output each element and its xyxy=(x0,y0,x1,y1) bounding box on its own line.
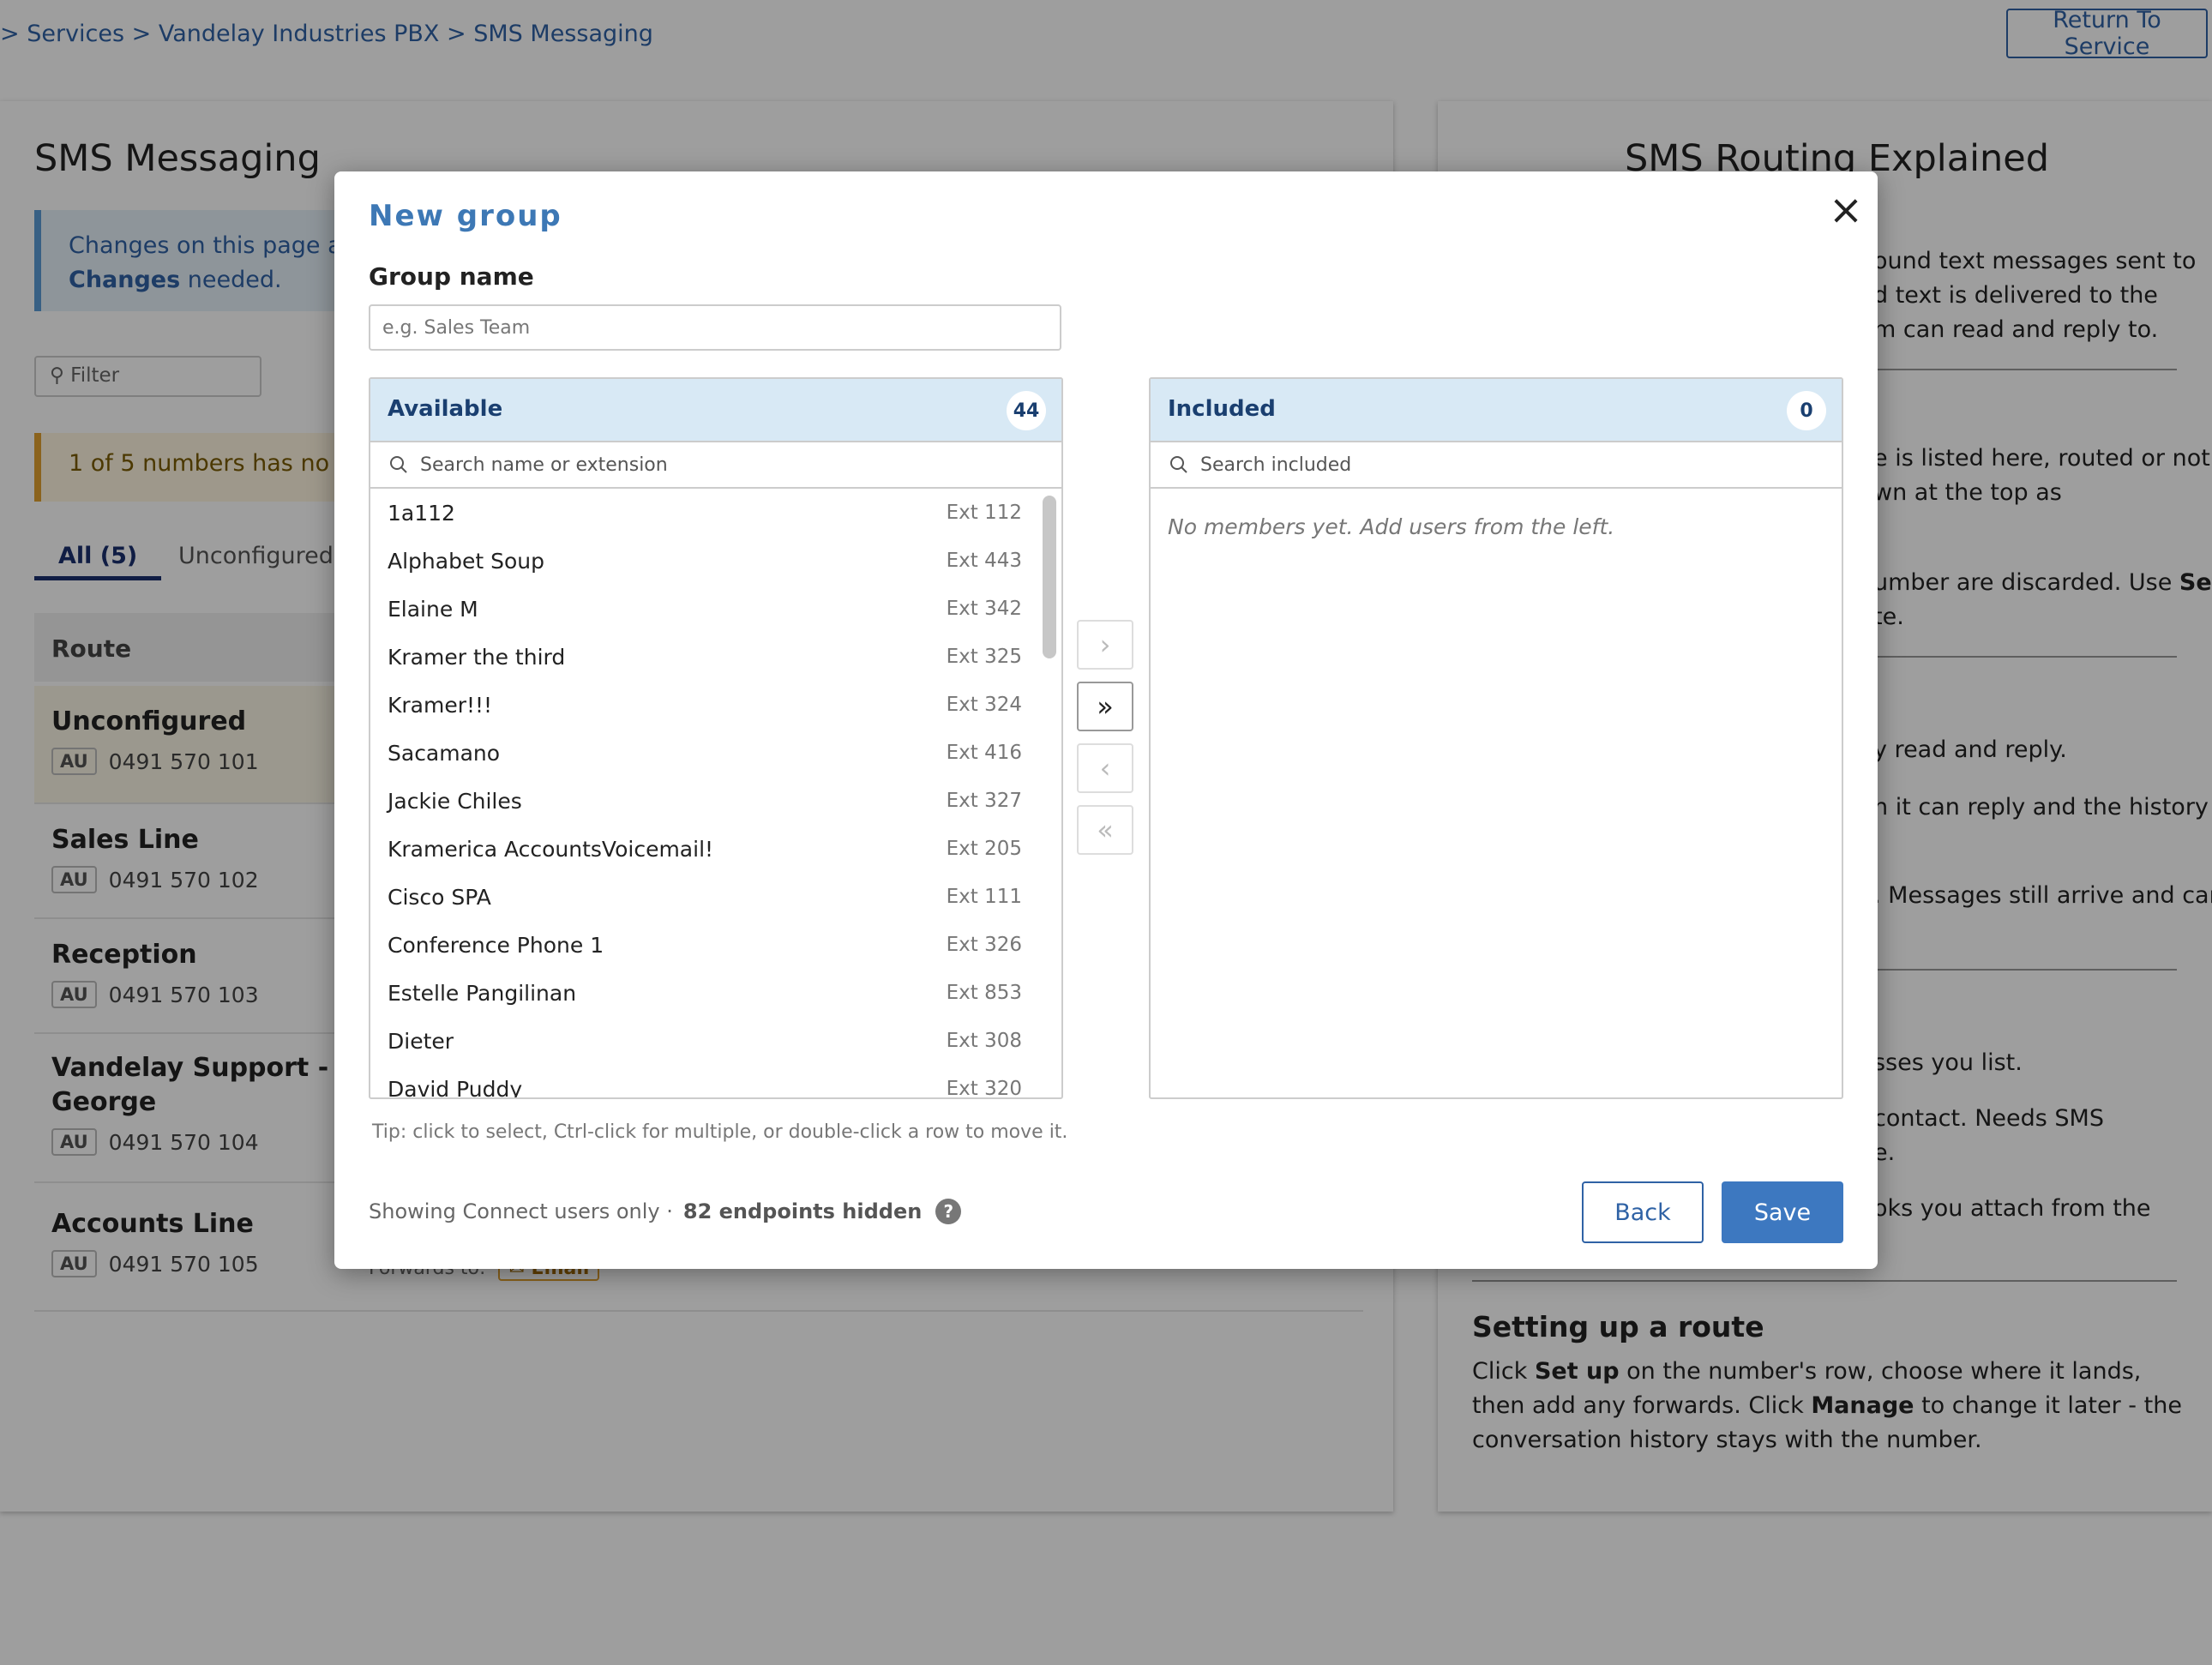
user-ext: Ext 308 xyxy=(946,1030,1022,1052)
list-item[interactable]: Dieter Ext 308 xyxy=(370,1017,1039,1065)
hidden-count: 82 endpoints hidden xyxy=(682,1199,923,1223)
user-ext: Ext 443 xyxy=(946,550,1022,572)
user-ext: Ext 416 xyxy=(946,742,1022,764)
user-name: Dieter xyxy=(388,1028,454,1054)
user-ext: Ext 325 xyxy=(946,646,1022,668)
list-item[interactable]: Elaine M Ext 342 xyxy=(370,585,1039,633)
user-name: Elaine M xyxy=(388,596,478,622)
save-button[interactable]: Save xyxy=(1722,1181,1843,1243)
list-item[interactable]: Kramer!!! Ext 324 xyxy=(370,681,1039,729)
endpoint-filter-note: Showing Connect users only · 82 endpoint… xyxy=(369,1199,962,1224)
included-list: Included 0 No members yet. Add users fro… xyxy=(1149,377,1843,1099)
user-name: Alphabet Soup xyxy=(388,548,544,574)
back-button[interactable]: Back xyxy=(1582,1181,1704,1243)
group-name-label: Group name xyxy=(369,262,534,291)
user-name: Estelle Pangilinan xyxy=(388,980,577,1006)
list-item[interactable]: 1a112 Ext 112 xyxy=(370,489,1039,537)
list-item[interactable]: Estelle Pangilinan Ext 853 xyxy=(370,969,1039,1017)
user-name: Cisco SPA xyxy=(388,884,491,910)
available-count-badge: 44 xyxy=(1007,391,1046,430)
user-ext: Ext 111 xyxy=(946,886,1022,908)
included-count-badge: 0 xyxy=(1787,391,1826,430)
user-name: Conference Phone 1 xyxy=(388,932,604,958)
list-item[interactable]: David Puddy Ext 320 xyxy=(370,1065,1039,1099)
available-list: Available 44 1a112 Ext 112 Alphabet Soup E… xyxy=(369,377,1063,1099)
user-ext: Ext 853 xyxy=(946,982,1022,1004)
add-selected-button[interactable]: › xyxy=(1077,620,1133,670)
user-name: Kramer!!! xyxy=(388,692,493,718)
user-ext: Ext 326 xyxy=(946,934,1022,956)
close-icon[interactable]: × xyxy=(1826,189,1866,231)
user-ext: Ext 342 xyxy=(946,598,1022,620)
available-search xyxy=(370,442,1061,489)
user-ext: Ext 324 xyxy=(946,694,1022,716)
included-title: Included xyxy=(1168,396,1276,422)
user-name: David Puddy xyxy=(388,1076,523,1099)
list-item[interactable]: Jackie Chiles Ext 327 xyxy=(370,777,1039,825)
included-search xyxy=(1151,442,1842,489)
list-item[interactable]: Sacamano Ext 416 xyxy=(370,729,1039,777)
help-icon[interactable]: ? xyxy=(935,1199,962,1224)
list-item[interactable]: Kramerica AccountsVoicemail! Ext 205 xyxy=(370,825,1039,873)
add-all-button[interactable]: » xyxy=(1077,682,1133,731)
search-icon xyxy=(390,456,407,473)
remove-all-button[interactable]: « xyxy=(1077,805,1133,855)
user-ext: Ext 112 xyxy=(946,502,1022,524)
user-ext: Ext 205 xyxy=(946,838,1022,860)
showing-text: Showing Connect users only · xyxy=(369,1199,673,1223)
remove-selected-button[interactable]: ‹ xyxy=(1077,743,1133,793)
list-item[interactable]: Cisco SPA Ext 111 xyxy=(370,873,1039,921)
user-ext: Ext 320 xyxy=(946,1078,1022,1099)
available-header: Available 44 xyxy=(370,379,1061,442)
list-item[interactable]: Alphabet Soup Ext 443 xyxy=(370,537,1039,585)
user-name: Kramer the third xyxy=(388,644,566,670)
list-item[interactable]: Conference Phone 1 Ext 326 xyxy=(370,921,1039,969)
user-name: Jackie Chiles xyxy=(388,788,522,814)
available-title: Available xyxy=(388,396,503,422)
new-group-modal: New group × Group name Available 44 1a11… xyxy=(334,171,1878,1269)
modal-title: New group xyxy=(369,199,562,233)
user-name: Kramerica AccountsVoicemail! xyxy=(388,836,714,862)
available-scrollbar[interactable] xyxy=(1037,490,1061,1097)
user-name: 1a112 xyxy=(388,500,455,526)
tip-text: Tip: click to select, Ctrl-click for mul… xyxy=(372,1121,1068,1143)
empty-message: No members yet. Add users from the left. xyxy=(1168,514,1615,539)
included-search-input[interactable] xyxy=(1199,453,1785,477)
group-name-input[interactable] xyxy=(369,304,1061,351)
user-ext: Ext 327 xyxy=(946,790,1022,812)
available-search-input[interactable] xyxy=(418,453,1005,477)
user-name: Sacamano xyxy=(388,740,501,766)
list-item[interactable]: Kramer the third Ext 325 xyxy=(370,633,1039,681)
scroll-thumb[interactable] xyxy=(1043,496,1056,658)
available-rows: 1a112 Ext 112 Alphabet Soup Ext 443 Elaine… xyxy=(370,489,1039,1099)
included-header: Included 0 xyxy=(1151,379,1842,442)
search-icon xyxy=(1170,456,1187,473)
